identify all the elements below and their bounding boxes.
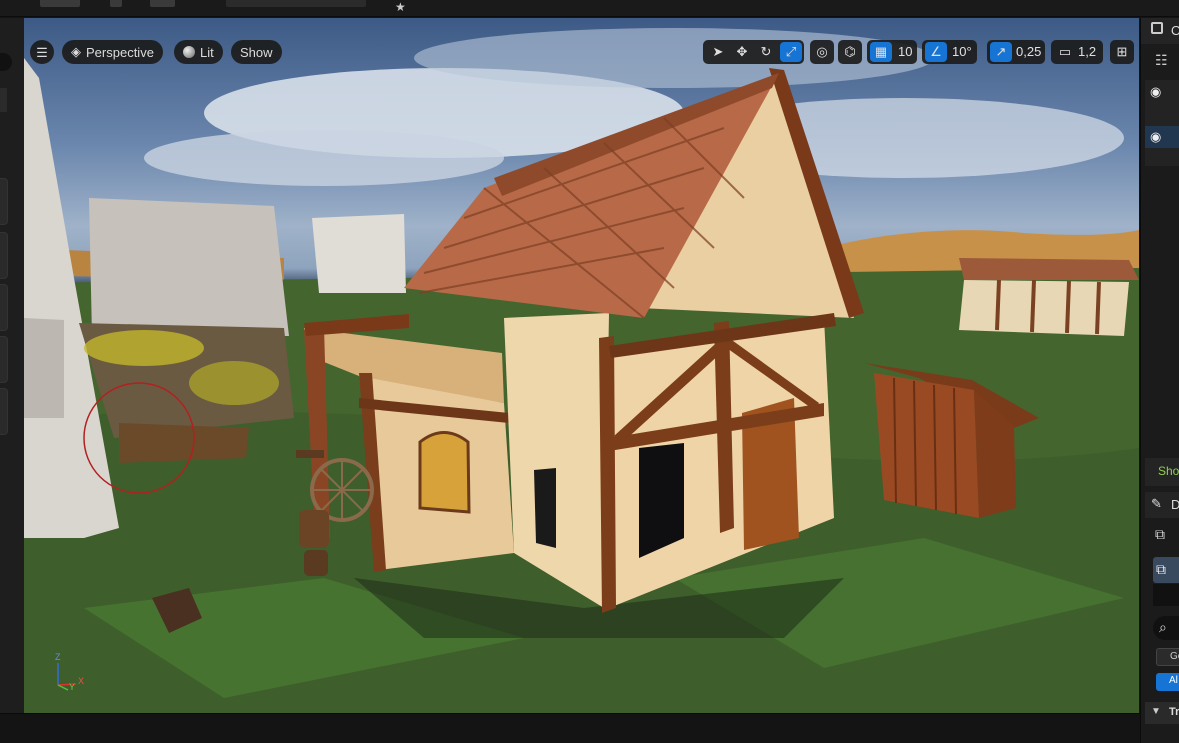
pencil-icon: ✎ (1151, 496, 1162, 511)
show-filter-row[interactable]: Sho (1145, 458, 1179, 486)
grey-block (89, 198, 289, 336)
show-filter-label: Sho (1158, 464, 1179, 478)
side-tab[interactable] (0, 388, 8, 435)
component-icon: ⧉ (1156, 561, 1166, 577)
toolbar-button[interactable] (150, 0, 175, 7)
filter-icon[interactable]: ☷ (1155, 52, 1168, 69)
general-filter-button[interactable]: Ge (1156, 648, 1179, 666)
axis-x-label: X (78, 676, 85, 686)
scale-snap-value[interactable]: 0,25 (1016, 42, 1041, 62)
world-coordinates-icon[interactable]: ◎ (811, 42, 833, 62)
component-list (1153, 584, 1179, 606)
left-side-panel (0, 18, 24, 713)
perspective-button[interactable]: ◈ Perspective (62, 40, 163, 64)
barrel (299, 510, 329, 548)
transform-section-label: Tra (1169, 706, 1179, 718)
side-tab[interactable] (0, 232, 8, 279)
lit-label: Lit (200, 44, 214, 60)
camera-speed-value[interactable]: 1,2 (1078, 42, 1096, 62)
outhouse-wall (874, 373, 979, 518)
grid-snap-value[interactable]: 10 (898, 42, 912, 62)
circle-button[interactable] (0, 53, 12, 71)
visibility-eye-icon[interactable]: ◉ (1150, 129, 1161, 145)
main-toolbar: ★ (0, 0, 1179, 17)
side-tab[interactable] (0, 336, 8, 383)
axis-z-label: Z (55, 652, 61, 662)
bookmark-icon[interactable]: ★ (395, 0, 406, 14)
grey-block (312, 214, 406, 293)
side-tab[interactable] (0, 178, 8, 225)
outliner-panel: O ☷ ◉ ◉ Sho ✎ D ⧉ ⧉ ⌕ Ge Al ▼ Tra (1140, 18, 1179, 743)
perspective-label: Perspective (86, 44, 154, 60)
flowers (189, 361, 279, 405)
doorway (534, 468, 556, 548)
doorway (639, 443, 684, 558)
visibility-eye-icon[interactable]: ◉ (1150, 84, 1161, 100)
viewport-layout-icon[interactable]: ⊞ (1111, 42, 1133, 62)
status-bar (0, 713, 1140, 743)
rotate-tool-icon[interactable]: ↻ (755, 42, 777, 62)
component-row-selected[interactable]: ⧉ (1153, 557, 1179, 583)
show-button[interactable]: Show (231, 40, 282, 64)
details-tab[interactable]: ✎ D (1145, 492, 1179, 518)
collapse-tab[interactable] (0, 88, 7, 112)
barrel (304, 550, 328, 576)
planter-box (119, 423, 249, 463)
show-label: Show (240, 44, 273, 60)
toolbar-button[interactable] (110, 0, 122, 7)
cube-icon: ◈ (71, 44, 81, 59)
camera-icon[interactable]: ▭ (1054, 42, 1076, 62)
outliner-tab-label: O (1171, 23, 1179, 38)
flowers (84, 330, 204, 366)
grid-snap-icon[interactable]: ▦ (870, 42, 892, 62)
outliner-tab-icon (1151, 22, 1163, 34)
general-filter-label: Ge (1170, 651, 1179, 662)
axis-y-label: Y (69, 682, 76, 692)
select-tool-icon[interactable]: ➤ (707, 42, 729, 62)
viewport-menu-button[interactable]: ☰ (30, 40, 54, 64)
details-search-input[interactable]: ⌕ (1153, 616, 1179, 640)
scale-tool-icon[interactable]: ⤢ (780, 42, 802, 62)
transform-section-header[interactable]: ▼ Tra (1145, 702, 1179, 724)
scene-render (24, 28, 1139, 713)
all-filter-label: Al (1169, 675, 1178, 686)
bench (296, 450, 324, 458)
stained-glass-window (420, 432, 469, 512)
toolbar-button[interactable] (40, 0, 80, 7)
lit-mode-button[interactable]: Lit (174, 40, 223, 64)
move-tool-icon[interactable]: ✥ (731, 42, 753, 62)
shed-roof (959, 258, 1139, 280)
details-tab-label: D (1171, 497, 1179, 512)
rotation-snap-value[interactable]: 10° (952, 42, 972, 62)
house-beam (599, 336, 616, 613)
actor-icon[interactable]: ⧉ (1155, 526, 1165, 543)
chevron-down-icon: ▼ (1151, 706, 1161, 717)
side-tab[interactable] (0, 284, 8, 331)
hamburger-icon: ☰ (36, 44, 48, 60)
outliner-tab[interactable]: O (1141, 18, 1179, 44)
cloud (144, 130, 504, 186)
angle-snap-icon[interactable]: ∠ (925, 42, 947, 62)
surface-snap-icon[interactable]: ⌬ (839, 42, 861, 62)
shed-wall (959, 280, 1129, 336)
level-viewport[interactable]: Z Y X ☰ ◈ Perspective Lit Show ➤ ✥ ↻ ⤢ ◎… (24, 18, 1139, 713)
sphere-icon (183, 46, 195, 58)
white-pillar (24, 318, 64, 418)
scale-snap-icon[interactable]: ↗ (990, 42, 1012, 62)
play-toolbar-group[interactable] (226, 0, 366, 7)
all-filter-button[interactable]: Al (1156, 673, 1179, 691)
search-icon: ⌕ (1159, 619, 1167, 635)
